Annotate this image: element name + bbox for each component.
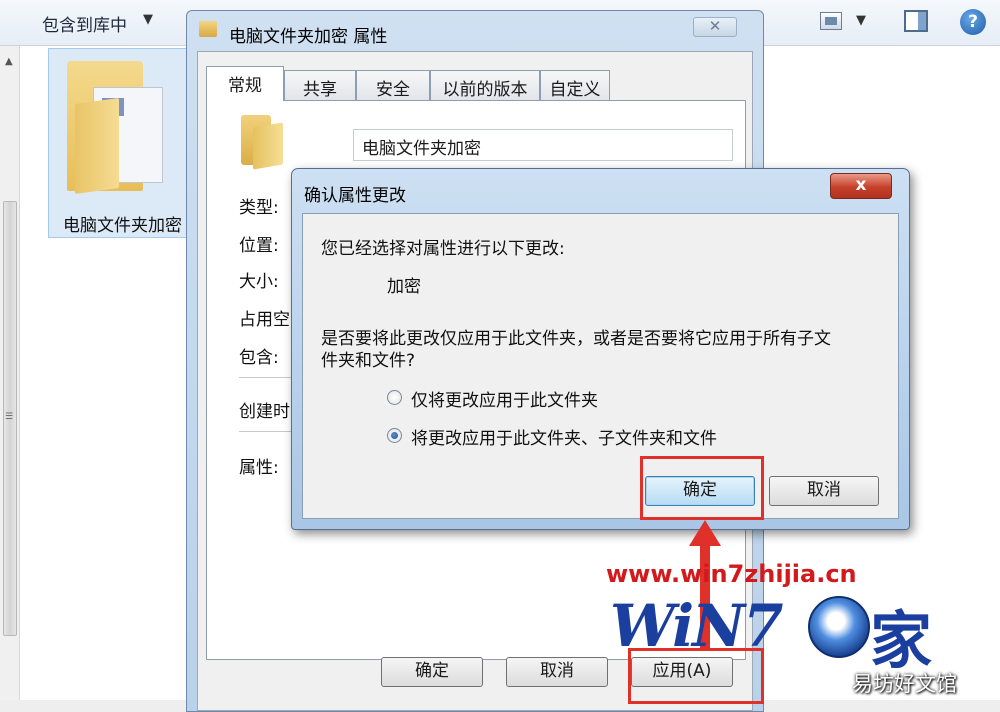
question-text-line2: 件夹和文件? [321, 351, 416, 371]
help-icon[interactable]: ? [960, 9, 986, 35]
watermark-url: www.win7zhijia.cn [606, 560, 857, 588]
view-options-icon[interactable] [820, 12, 842, 30]
folder-name-field[interactable]: 电脑文件夹加密 [353, 129, 733, 161]
folder-icon [199, 21, 217, 37]
chevron-down-icon[interactable]: ▼ [143, 12, 153, 27]
tab-previous-versions[interactable]: 以前的版本 [430, 70, 540, 100]
ok-button[interactable]: 确定 [381, 657, 483, 687]
vertical-scrollbar[interactable]: ▲ ☰ [0, 46, 20, 712]
watermark-brand: 易坊好文馆 [852, 672, 957, 696]
contains-label: 包含: [239, 348, 279, 368]
radio-label-folder-subfolders-files[interactable]: 将更改应用于此文件夹、子文件夹和文件 [411, 424, 717, 449]
include-in-library-button[interactable]: 包含到库中 [42, 11, 127, 36]
attributes-label: 属性: [239, 458, 279, 478]
cancel-button[interactable]: 取消 [506, 657, 608, 687]
watermark-logo-suffix: 家 [870, 604, 933, 677]
intro-text: 您已经选择对属性进行以下更改: [321, 239, 565, 259]
close-button[interactable]: x [830, 173, 892, 199]
confirm-attribute-changes-dialog: 确认属性更改 x 您已经选择对属性进行以下更改: 加密 是否要将此更改仅应用于此… [291, 168, 910, 530]
type-label: 类型: [239, 198, 279, 218]
divider [239, 377, 299, 378]
tab-sharing[interactable]: 共享 [284, 70, 356, 100]
windows-orb-icon [808, 596, 870, 658]
properties-dialog-title: 电脑文件夹加密 属性 [229, 27, 388, 47]
change-text: 加密 [387, 277, 421, 297]
folder-icon [67, 61, 167, 195]
scrollbar-grip-icon: ☰ [5, 412, 14, 422]
folder-item[interactable]: 电脑文件夹加密 [48, 48, 188, 238]
divider [239, 431, 299, 432]
radio-this-folder-only[interactable] [387, 390, 402, 405]
confirm-cancel-button[interactable]: 取消 [769, 476, 879, 506]
radio-folder-subfolders-files[interactable] [387, 428, 402, 443]
close-icon[interactable]: ✕ [693, 17, 737, 37]
tab-general[interactable]: 常规 [206, 66, 284, 101]
tab-security[interactable]: 安全 [356, 70, 430, 100]
size-label: 大小: [239, 272, 279, 292]
scroll-up-icon[interactable]: ▲ [5, 56, 13, 67]
highlight-confirm-ok [640, 456, 764, 520]
confirm-dialog-title: 确认属性更改 [304, 186, 406, 206]
chevron-down-icon[interactable]: ▼ [856, 13, 866, 28]
radio-label-this-folder-only[interactable]: 仅将更改应用于此文件夹 [411, 386, 598, 411]
confirm-dialog-body: 您已经选择对属性进行以下更改: 加密 是否要将此更改仅应用于此文件夹，或者是否要… [302, 213, 899, 519]
watermark-logo-text: WiN7 [610, 592, 784, 660]
folder-item-label: 电脑文件夹加密 [63, 216, 182, 236]
tab-customize[interactable]: 自定义 [540, 70, 610, 100]
preview-pane-icon[interactable] [904, 10, 928, 32]
location-label: 位置: [239, 236, 279, 256]
folder-icon [241, 115, 283, 170]
